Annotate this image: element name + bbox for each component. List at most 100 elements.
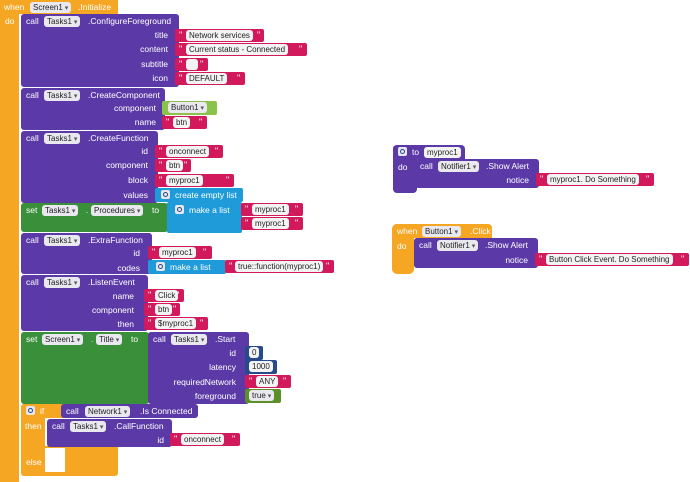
call-label: call xyxy=(52,421,65,431)
call-label: call xyxy=(26,16,39,26)
tasks1-dropdown[interactable]: Tasks1 xyxy=(70,421,107,432)
then-label: then xyxy=(25,421,42,431)
title-dropdown[interactable]: Title xyxy=(96,334,123,345)
make-a-list-label: make a list xyxy=(189,205,230,215)
tasks1-dropdown[interactable]: Tasks1 xyxy=(44,235,81,246)
procedure-name-field[interactable]: myproc1 xyxy=(424,147,461,158)
make-a-list-label: make a list xyxy=(170,262,211,272)
name-label: name xyxy=(112,291,134,301)
component-label: component xyxy=(91,305,134,315)
title-label: title xyxy=(154,30,168,40)
call-label: call xyxy=(26,90,39,100)
network1-dropdown[interactable]: Network1 xyxy=(85,406,131,417)
configure-foreground-label: .ConfigureForeground xyxy=(88,16,172,26)
do-label: do xyxy=(5,16,15,26)
id-number-field[interactable]: 0 xyxy=(249,347,260,358)
name-text-field[interactable]: Click xyxy=(155,290,179,301)
call-label: call xyxy=(26,277,39,287)
block-text-field[interactable]: myproc1 xyxy=(166,175,203,186)
gear-icon[interactable] xyxy=(175,205,184,214)
name-text-field[interactable]: btn xyxy=(173,117,191,128)
listen-event-label: .ListenEvent xyxy=(88,277,135,287)
notice-label: notice xyxy=(505,255,528,265)
component-text-field[interactable]: btn xyxy=(155,304,173,315)
call-label: call xyxy=(153,334,166,344)
codes-label: codes xyxy=(117,263,140,273)
else-label: else xyxy=(26,457,42,467)
do-label: do xyxy=(397,241,407,251)
notice-text-field[interactable]: myproc1. Do Something xyxy=(547,174,639,185)
gear-icon[interactable] xyxy=(161,190,170,199)
component-text-field[interactable]: btn xyxy=(166,160,184,171)
true-dropdown[interactable]: true xyxy=(249,390,275,401)
call-function-label: .CallFunction xyxy=(114,421,164,431)
id-label: id xyxy=(157,435,164,445)
notifier1-dropdown[interactable]: Notifier1 xyxy=(437,240,479,251)
show-alert-label: .Show Alert xyxy=(486,161,529,171)
create-function-label: .CreateFunction xyxy=(88,133,149,143)
tasks1-dropdown[interactable]: Tasks1 xyxy=(42,205,79,216)
tasks1-dropdown[interactable]: Tasks1 xyxy=(171,334,208,345)
latency-number-field[interactable]: 1000 xyxy=(249,361,273,372)
component-label: component xyxy=(105,160,148,170)
set-label: set xyxy=(26,205,38,215)
call-label: call xyxy=(66,406,79,416)
latency-label: latency xyxy=(209,362,236,372)
content-text-field[interactable]: Current status - Connected xyxy=(186,44,289,55)
id-text-field[interactable]: myproc1 xyxy=(159,247,196,258)
icon-text-field[interactable]: DEFAULT xyxy=(186,73,228,84)
component-label: component xyxy=(113,103,156,113)
block-label: block xyxy=(128,175,148,185)
foreground-label: foreground xyxy=(194,391,236,401)
call-label: call xyxy=(26,235,39,245)
subtitle-label: subtitle xyxy=(141,59,168,69)
content-label: content xyxy=(140,44,168,54)
title-text-field[interactable]: Network services xyxy=(186,30,253,41)
create-empty-list-label: create empty list xyxy=(175,190,237,200)
id-label: id xyxy=(141,146,148,156)
call-label: call xyxy=(26,133,39,143)
initialize-label: .Initialize xyxy=(78,2,112,12)
then-text-field[interactable]: $myproc1 xyxy=(155,318,197,329)
tasks1-dropdown[interactable]: Tasks1 xyxy=(44,277,81,288)
when-label: when xyxy=(397,226,418,236)
list-item-text-field[interactable]: myproc1 xyxy=(252,204,289,215)
click-label: .Click xyxy=(470,226,491,236)
then-label: then xyxy=(117,319,134,329)
screen1-dropdown[interactable]: Screen1 xyxy=(42,334,84,345)
notifier1-dropdown[interactable]: Notifier1 xyxy=(438,161,480,172)
gear-icon[interactable] xyxy=(398,147,407,156)
procedures-dropdown[interactable]: Procedures xyxy=(91,205,144,216)
screen1-dropdown[interactable]: Screen1 xyxy=(30,2,72,13)
notice-label: notice xyxy=(506,175,529,185)
code-text-field[interactable]: true::function(myproc1) xyxy=(235,261,324,272)
to-label: to xyxy=(131,334,139,344)
start-label: .Start xyxy=(215,334,236,344)
to-label: to xyxy=(412,147,420,157)
values-label: values xyxy=(123,190,148,200)
required-network-text-field[interactable]: ANY xyxy=(256,376,279,387)
button1-dropdown[interactable]: Button1 xyxy=(168,102,208,113)
subtitle-text-field[interactable] xyxy=(186,59,198,70)
create-component-label: .CreateComponent xyxy=(88,90,160,100)
set-title-block[interactable] xyxy=(21,332,149,404)
required-network-label: requiredNetwork xyxy=(173,377,236,387)
tasks1-dropdown[interactable]: Tasks1 xyxy=(44,16,81,27)
do-label: do xyxy=(398,162,408,172)
gear-icon[interactable] xyxy=(26,406,35,415)
name-label: name xyxy=(134,117,156,127)
icon-label: icon xyxy=(152,73,168,83)
if-label: if xyxy=(40,406,45,416)
id-text-field[interactable]: onconnect xyxy=(181,434,224,445)
to-label: to xyxy=(152,205,160,215)
button1-dropdown[interactable]: Button1 xyxy=(422,226,462,237)
tasks1-dropdown[interactable]: Tasks1 xyxy=(44,90,81,101)
call-label: call xyxy=(419,240,432,250)
list-item-text-field[interactable]: myproc1 xyxy=(252,218,289,229)
tasks1-dropdown[interactable]: Tasks1 xyxy=(44,133,81,144)
extra-function-label: .ExtraFunction xyxy=(88,235,143,245)
gear-icon[interactable] xyxy=(156,262,165,271)
id-text-field[interactable]: onconnect xyxy=(166,146,209,157)
notice-text-field[interactable]: Button Click Event. Do Something xyxy=(546,254,673,265)
set-label: set xyxy=(26,334,38,344)
